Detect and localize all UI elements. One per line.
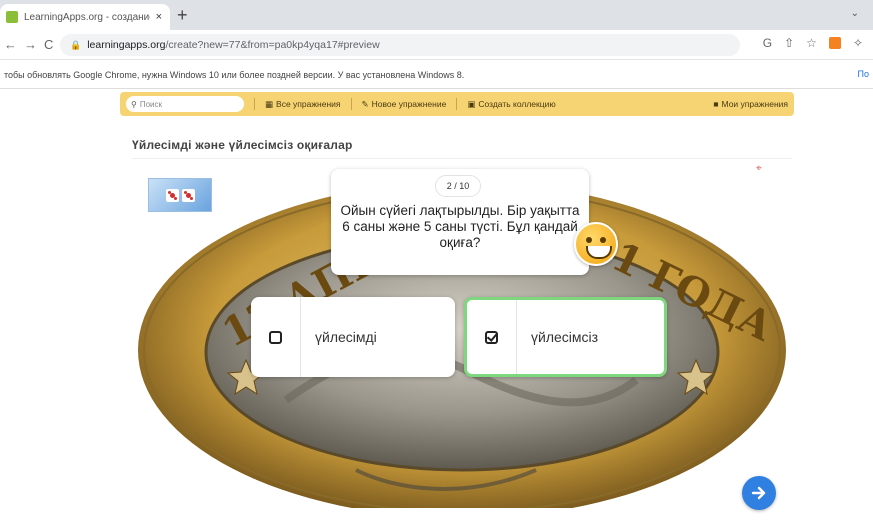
back-button[interactable]: ← [4,37,17,52]
menu-divider [350,98,352,110]
checkbox-cell [467,300,517,374]
checkbox-cell [251,297,301,377]
search-icon: ⚲ [131,99,137,109]
folder-icon: ■ [713,99,719,109]
google-icon[interactable]: G [763,36,772,50]
infobar-link[interactable]: По [858,69,869,79]
star-icon[interactable]: ☆ [806,36,817,50]
fullscreen-icon[interactable]: ⌖ [756,163,762,174]
search-input[interactable]: ⚲ Поиск [126,96,244,112]
smiley-icon [574,222,618,266]
menu-divider [254,98,255,110]
question-counter: 2 / 10 [435,175,481,197]
share-icon[interactable]: ⇧ [784,36,794,50]
chevron-down-icon[interactable]: ⌄ [851,8,859,19]
answer-label: үйлесімсіз [531,329,599,345]
create-collection-link[interactable]: ▣ Создать коллекцию [467,99,555,110]
new-tab-button[interactable]: + [177,4,188,26]
question-card: 2 / 10 Ойын сүйегі лақтырылды. Бір уақыт… [331,169,589,275]
answer-option-2[interactable]: үйлесімсіз [464,297,667,377]
question-text: Ойын сүйегі лақтырылды. Бір уақытта 6 са… [340,203,580,250]
url-text: learningapps.org/create?new=77&from=pa0k… [87,39,380,51]
pencil-icon: ✎ [361,98,369,109]
address-bar[interactable]: 🔒 learningapps.org/create?new=77&from=pa… [60,34,740,56]
close-tab-icon[interactable]: × [156,11,162,23]
my-exercises-link[interactable]: ■ Мои упражнения [713,99,788,109]
browser-tabstrip: LearningApps.org - создание м × + ⌄ [0,0,873,30]
dice-image [148,178,212,212]
search-placeholder: Поиск [139,99,163,109]
extension-icon[interactable] [828,37,841,49]
all-exercises-link[interactable]: ▦ Все упражнения [265,99,341,110]
forward-button[interactable]: → [24,37,37,52]
infobar-message: тобы обновлять Google Chrome, нужна Wind… [4,69,465,80]
checkbox-checked-icon[interactable] [485,330,498,344]
exercise-title: Үйлесімді және үйлесімсіз оқиғалар [132,138,353,152]
collection-icon: ▣ [467,98,476,109]
learningapps-icon [6,11,18,23]
puzzle-icon[interactable]: ✧ [853,36,863,50]
die-icon [165,188,179,202]
browser-toolbar: ← → C 🔒 learningapps.org/create?new=77&f… [0,30,873,60]
title-divider [132,158,792,159]
menu-divider [456,98,458,110]
answer-label: үйлесімді [315,329,377,345]
tab-title: LearningApps.org - создание м [24,11,150,23]
die-icon [181,188,195,202]
update-infobar: тобы обновлять Google Chrome, нужна Wind… [0,61,873,89]
grid-icon: ▦ [265,98,274,109]
checkbox-unchecked-icon[interactable] [269,330,282,344]
arrow-right-icon [751,486,766,500]
learningapps-menu: ⚲ Поиск ▦ Все упражнения ✎ Новое упражнени… [120,92,794,116]
answer-option-1[interactable]: үйлесімді [251,297,455,377]
next-button[interactable] [742,476,776,510]
browser-tab[interactable]: LearningApps.org - создание м × [0,4,170,30]
lock-icon[interactable]: 🔒 [70,40,81,51]
reload-button[interactable]: C [44,37,53,52]
new-exercise-link[interactable]: ✎ Новое упражнение [362,99,447,110]
